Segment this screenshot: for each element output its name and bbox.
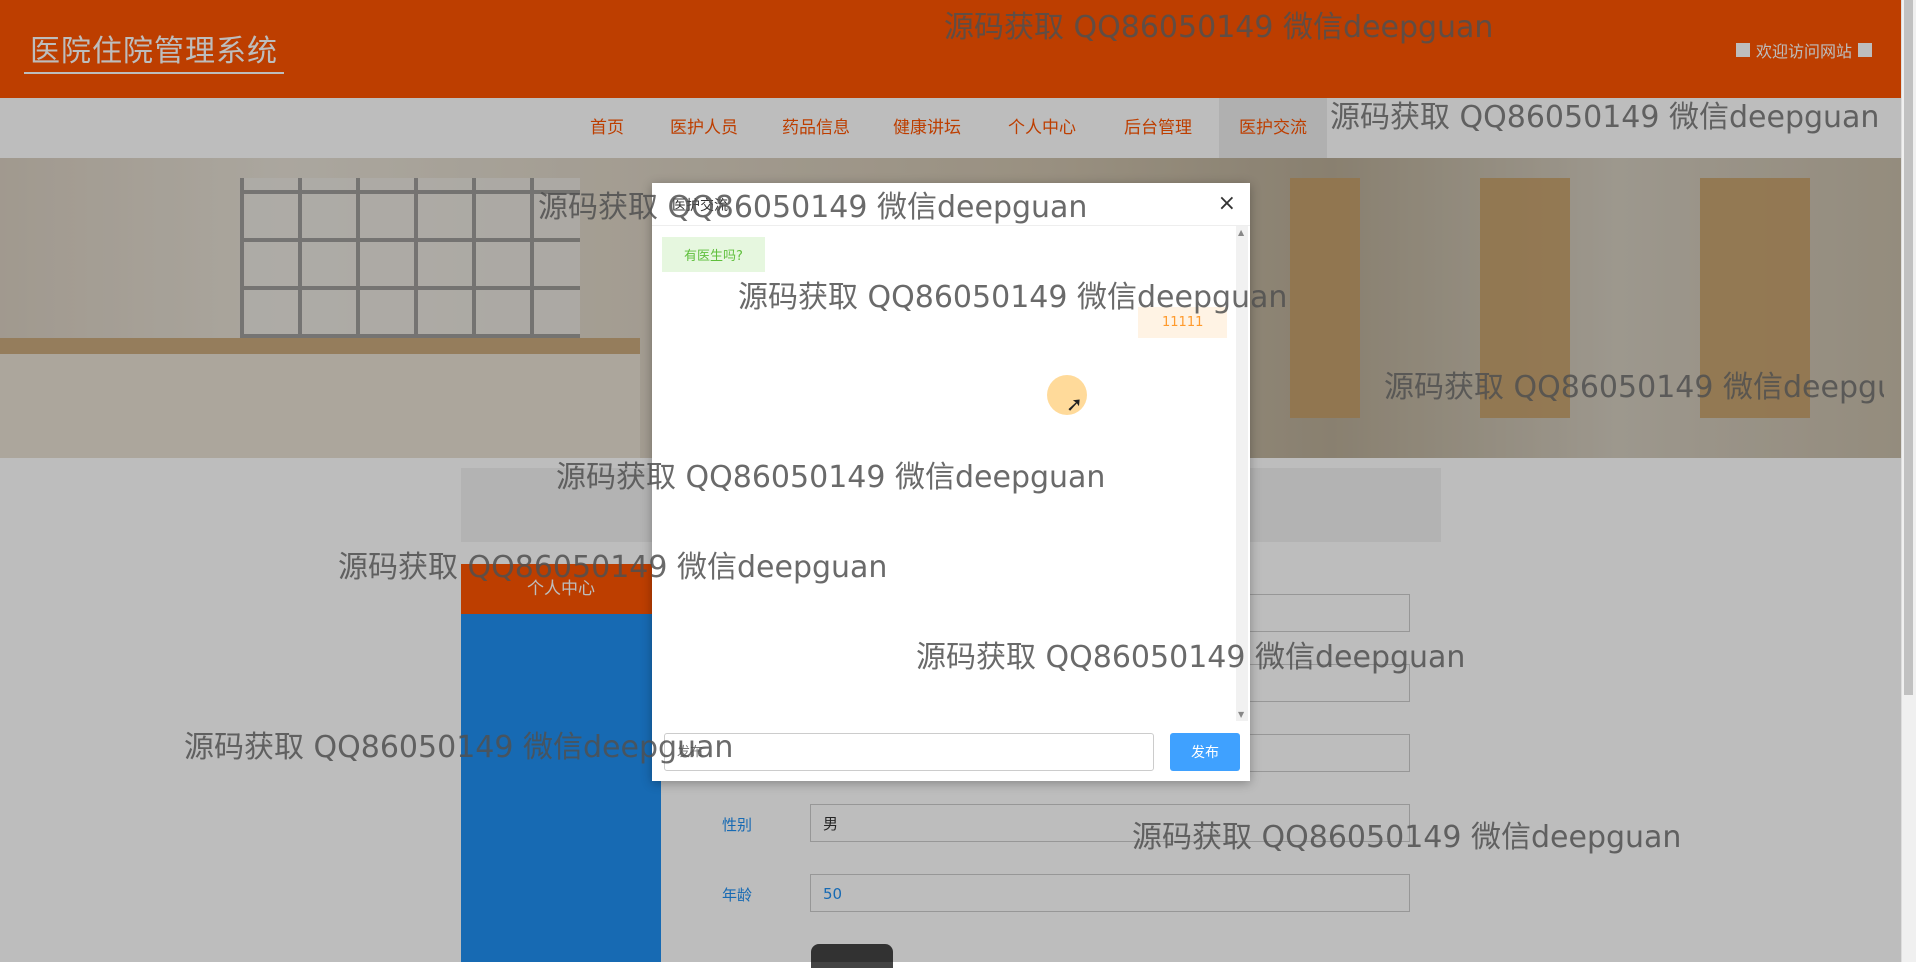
page-scrollbar[interactable] <box>1901 0 1916 962</box>
send-button[interactable]: 发布 <box>1170 733 1240 771</box>
chat-message-left: 有医生吗? <box>662 237 765 272</box>
modal-title: 医护交流 <box>672 198 728 214</box>
chat-message-right: 11111 <box>1138 307 1228 338</box>
scroll-up-icon[interactable]: ▲ <box>1238 228 1244 237</box>
page-scroll-thumb[interactable] <box>1904 0 1913 695</box>
chat-scrollbar[interactable]: ▲ ▼ <box>1236 226 1248 721</box>
cursor-icon: ➚ <box>1066 392 1083 416</box>
chat-messages <box>652 226 1236 721</box>
message-input[interactable] <box>664 733 1154 771</box>
scroll-down-icon[interactable]: ▼ <box>1238 710 1244 719</box>
chat-modal: 医护交流 × ▲ ▼ 发布 <box>652 183 1250 781</box>
modal-header: 医护交流 × <box>652 183 1250 226</box>
close-icon[interactable]: × <box>1218 191 1236 216</box>
